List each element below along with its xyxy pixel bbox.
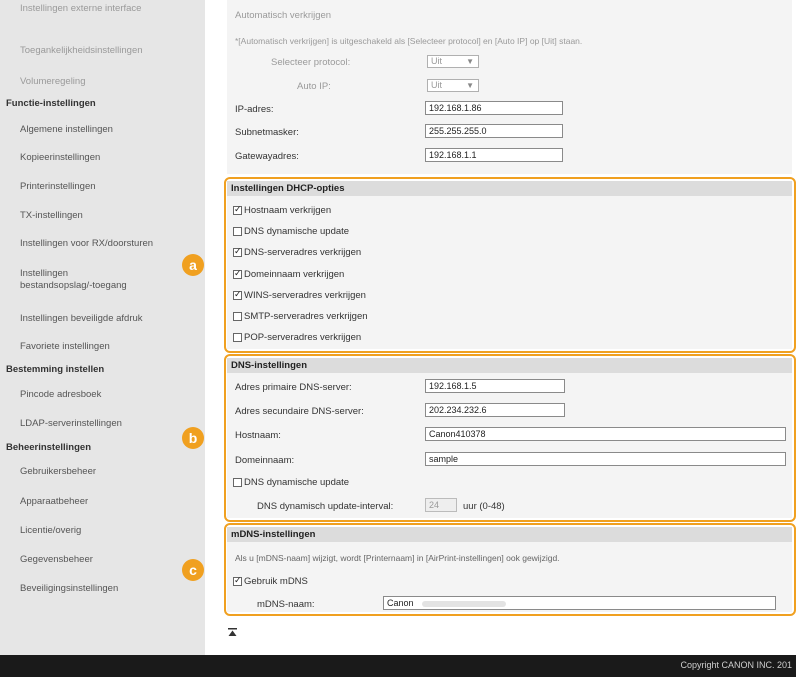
protocol-select[interactable]: Uit ▼ xyxy=(427,55,479,68)
page: Instellingen externe interface Toegankel… xyxy=(0,0,796,677)
ip-settings-panel: Automatisch verkrijgen *[Automatisch ver… xyxy=(227,0,792,174)
ip-address-input[interactable]: 192.168.1.86 xyxy=(425,101,563,115)
main-content: Automatisch verkrijgen *[Automatisch ver… xyxy=(182,0,796,655)
ip-label: IP-adres: xyxy=(235,104,274,115)
sidebar-heading-destinations: Bestemming instellen xyxy=(6,364,105,375)
sidebar-item-rx-forward[interactable]: Instellingen voor RX/doorsturen xyxy=(20,238,153,250)
sidebar: Instellingen externe interface Toegankel… xyxy=(0,0,205,655)
gateway-label: Gatewayadres: xyxy=(235,151,299,162)
chevron-down-icon: ▼ xyxy=(466,81,474,90)
chevron-down-icon: ▼ xyxy=(466,57,474,66)
callout-badge-c: c xyxy=(182,559,204,581)
sidebar-item-secure-print[interactable]: Instellingen beveiligde afdruk xyxy=(20,313,143,325)
callout-badge-b: b xyxy=(182,427,204,449)
autoip-label: Auto IP: xyxy=(297,81,331,92)
sidebar-item-tx[interactable]: TX-instellingen xyxy=(20,210,83,222)
sidebar-item-users[interactable]: Gebruikersbeheer xyxy=(20,466,96,478)
autoip-select[interactable]: Uit ▼ xyxy=(427,79,479,92)
auto-obtain-title: Automatisch verkrijgen xyxy=(235,10,332,21)
sidebar-item-external-interface[interactable]: Instellingen externe interface xyxy=(20,3,141,15)
sidebar-item-device[interactable]: Apparaatbeheer xyxy=(20,496,88,508)
auto-obtain-note: *[Automatisch verkrijgen] is uitgeschake… xyxy=(235,36,583,46)
sidebar-item-license[interactable]: Licentie/overig xyxy=(20,525,81,537)
sidebar-item-general[interactable]: Algemene instellingen xyxy=(20,124,113,136)
sidebar-item-copy[interactable]: Kopieerinstellingen xyxy=(20,152,100,164)
sidebar-item-pin-addressbook[interactable]: Pincode adresboek xyxy=(20,389,101,401)
copyright-text: Copyright CANON INC. 201 xyxy=(680,660,792,670)
footer: Copyright CANON INC. 201 xyxy=(0,655,796,677)
sidebar-heading-functions: Functie-instellingen xyxy=(6,98,96,109)
sidebar-item-volume[interactable]: Volumeregeling xyxy=(20,76,86,88)
highlight-frame-a xyxy=(224,177,796,353)
highlight-frame-c xyxy=(224,523,796,616)
sidebar-item-security[interactable]: Beveiligingsinstellingen xyxy=(20,583,118,595)
autoip-value: Uit xyxy=(431,80,442,90)
sidebar-item-accessibility[interactable]: Toegankelijkheidsinstellingen xyxy=(20,45,143,57)
callout-badge-a: a xyxy=(182,254,204,276)
highlight-frame-b xyxy=(224,354,796,522)
protocol-value: Uit xyxy=(431,56,442,66)
sidebar-item-file-storage[interactable]: Instellingen bestandsopslag/-toegang xyxy=(20,268,127,292)
sidebar-item-favorites[interactable]: Favoriete instellingen xyxy=(20,341,110,353)
sidebar-item-data[interactable]: Gegevensbeheer xyxy=(20,554,93,566)
sidebar-item-printer[interactable]: Printerinstellingen xyxy=(20,181,96,193)
subnet-label: Subnetmasker: xyxy=(235,127,299,138)
subnet-mask-input[interactable]: 255.255.255.0 xyxy=(425,124,563,138)
sidebar-item-ldap[interactable]: LDAP-serverinstellingen xyxy=(20,418,122,430)
gateway-input[interactable]: 192.168.1.1 xyxy=(425,148,563,162)
sidebar-heading-management: Beheerinstellingen xyxy=(6,442,91,453)
back-to-top-icon[interactable] xyxy=(228,628,237,638)
protocol-label: Selecteer protocol: xyxy=(271,57,351,68)
